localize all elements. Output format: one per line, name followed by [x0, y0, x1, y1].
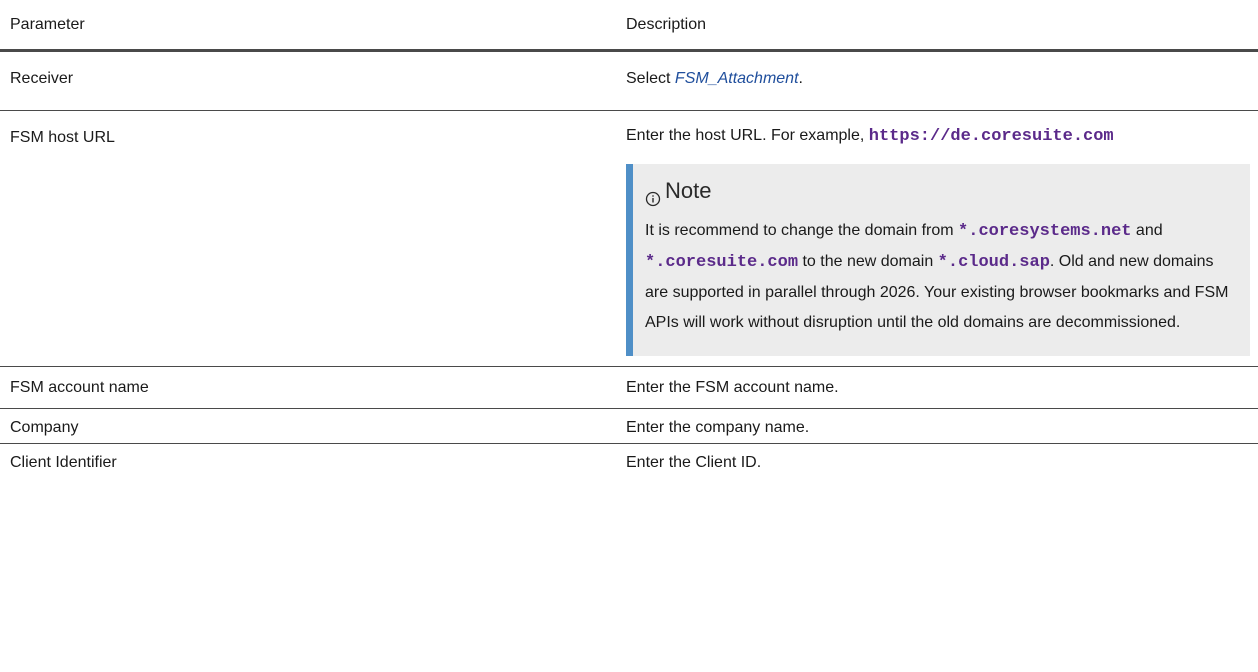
table-header-row: Parameter Description: [0, 0, 1258, 52]
table-row-receiver: Receiver Select FSM_Attachment.: [0, 50, 1258, 111]
desc-receiver: Select FSM_Attachment.: [617, 50, 1258, 111]
fsm-host-url-prefix: Enter the host URL. For example,: [626, 127, 869, 144]
note-text-3: to the new domain: [798, 253, 938, 270]
param-receiver: Receiver: [0, 50, 617, 111]
note-code-coresystems: *.coresystems.net: [958, 222, 1132, 241]
table-row-company: Company Enter the company name.: [0, 408, 1258, 444]
note-code-coresuite: *.coresuite.com: [645, 253, 799, 272]
note-title: Note: [645, 174, 1240, 208]
header-parameter: Parameter: [0, 0, 617, 52]
desc-fsm-account-name: Enter the FSM account name.: [617, 366, 1258, 409]
desc-company: Enter the company name.: [617, 408, 1258, 444]
header-description: Description: [617, 0, 1258, 52]
note-code-cloud-sap: *.cloud.sap: [937, 253, 1050, 272]
param-client-identifier: Client Identifier: [10, 454, 117, 471]
note-text-1: It is recommend to change the domain fro…: [645, 222, 959, 239]
note-body: It is recommend to change the domain fro…: [645, 216, 1240, 338]
fsm-attachment-link[interactable]: FSM_Attachment: [675, 70, 799, 87]
table-row-fsm-account-name: FSM account name Enter the FSM account n…: [0, 366, 1258, 409]
fsm-host-url-text: Enter the host URL. For example, https:/…: [626, 121, 1250, 152]
desc-receiver-prefix: Select: [626, 70, 675, 87]
desc-fsm-host-url: Enter the host URL. For example, https:/…: [617, 110, 1258, 367]
desc-receiver-suffix: .: [798, 70, 803, 87]
param-fsm-host-url: FSM host URL: [0, 110, 617, 367]
note-text-2: and: [1131, 222, 1163, 239]
param-fsm-account-name: FSM account name: [0, 366, 617, 409]
parameter-table: Parameter Description Receiver Select FS…: [0, 0, 1258, 478]
table-row-client-identifier: Client Identifier Enter the Client ID.: [0, 444, 1258, 479]
desc-client-identifier: Enter the Client ID.: [626, 454, 762, 471]
param-company: Company: [0, 408, 617, 444]
note-title-text: Note: [665, 178, 712, 203]
table-row-fsm-host-url: FSM host URL Enter the host URL. For exa…: [0, 110, 1258, 367]
note-box: Note It is recommend to change the domai…: [626, 164, 1250, 356]
info-icon: [645, 183, 661, 207]
fsm-host-url-example: https://de.coresuite.com: [868, 127, 1114, 146]
